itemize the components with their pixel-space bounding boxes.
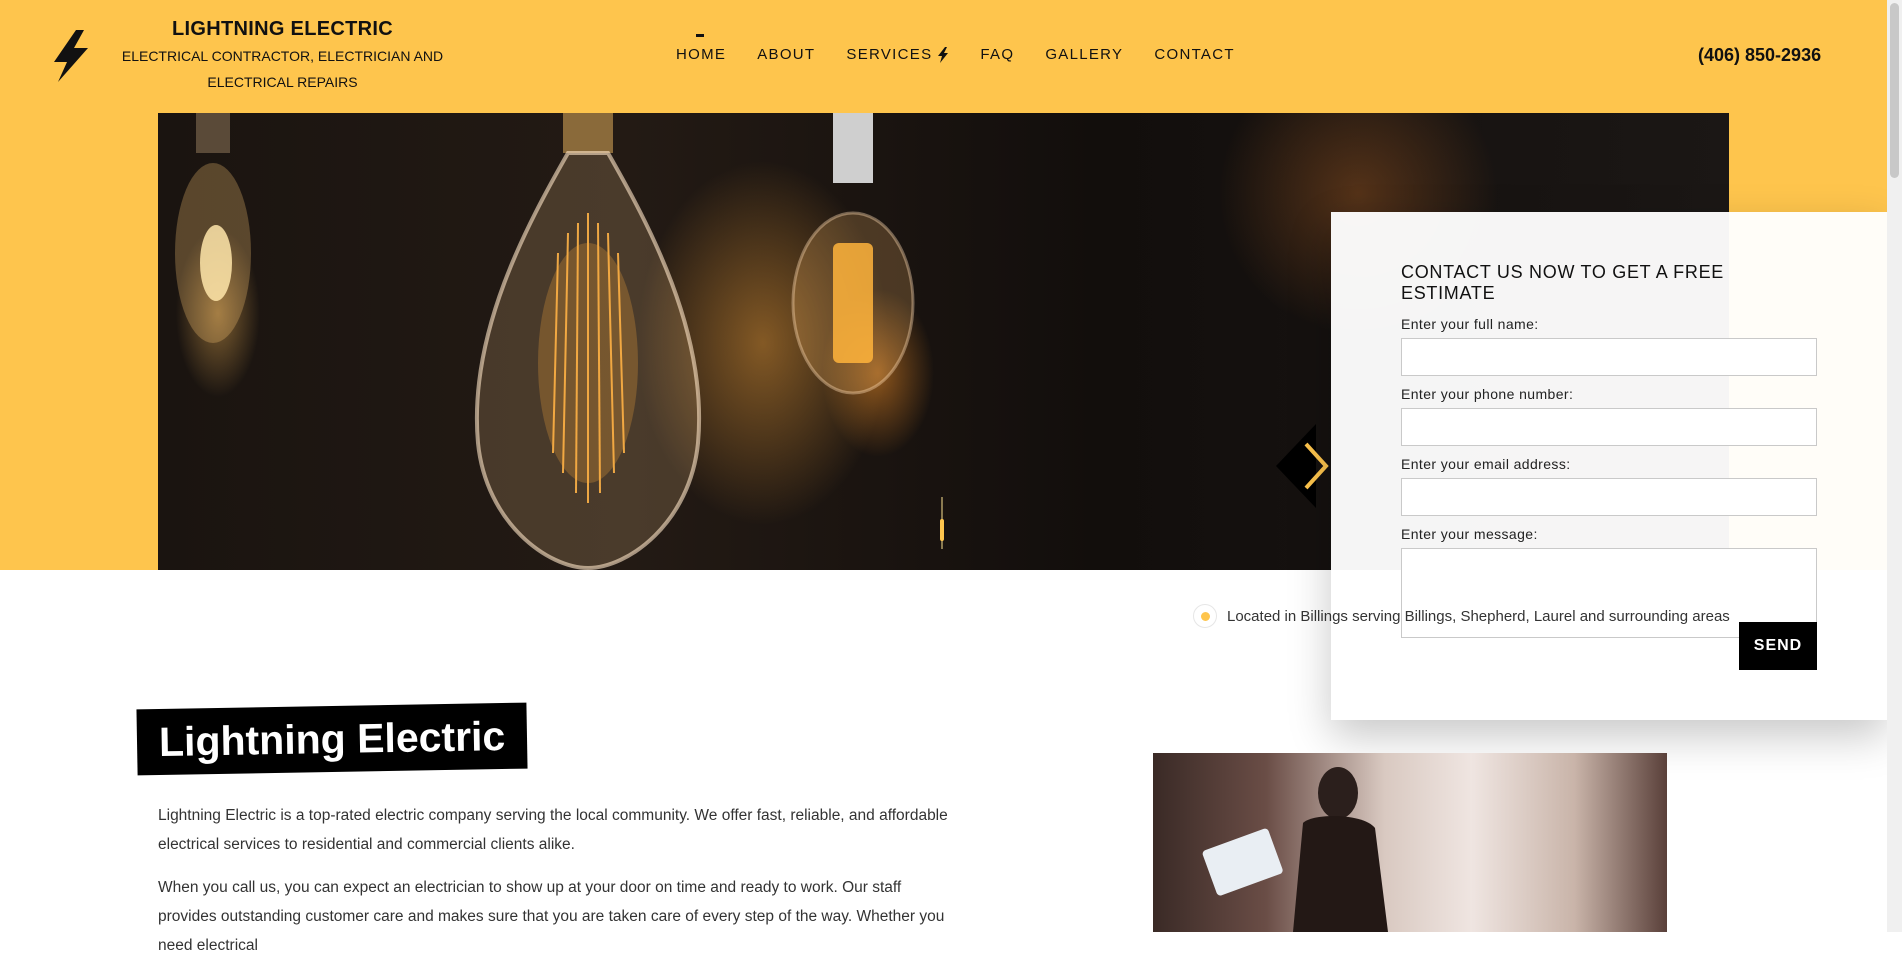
slider-pagination[interactable]	[940, 497, 944, 549]
brand-name: LIGHTNING ELECTRIC	[172, 18, 393, 40]
nav-item-gallery[interactable]: GALLERY	[1045, 46, 1123, 63]
brand-tagline: ELECTRICAL CONTRACTOR, ELECTRICIAN AND E…	[120, 43, 445, 95]
full-name-input[interactable]	[1401, 338, 1817, 376]
nav-item-label: ABOUT	[757, 46, 816, 63]
location-line: Located in Billings serving Billings, Sh…	[1193, 604, 1730, 628]
lightning-bolt-icon	[938, 46, 949, 63]
main-nav: HOME ABOUT SERVICES FAQ GALLERY CONTACT	[676, 34, 1235, 63]
nav-item-services[interactable]: SERVICES	[846, 46, 949, 63]
nav-item-home[interactable]: HOME	[676, 34, 727, 63]
slider-active-indicator[interactable]	[940, 519, 944, 541]
brand-tagline-line2: ELECTRICAL REPAIRS	[207, 74, 358, 90]
phone-input[interactable]	[1401, 408, 1817, 446]
bulb-image	[474, 113, 702, 570]
nav-item-label: GALLERY	[1045, 46, 1124, 63]
nav-item-label: SERVICES	[846, 46, 933, 63]
location-text: Located in Billings serving Billings, Sh…	[1227, 607, 1730, 625]
nav-item-about[interactable]: ABOUT	[757, 46, 815, 63]
email-label: Enter your email address:	[1401, 456, 1571, 472]
contact-form-card: CONTACT US NOW TO GET A FREE ESTIMATE En…	[1331, 212, 1887, 720]
lightning-bolt-icon[interactable]	[50, 28, 94, 84]
about-paragraph-2: When you call us, you can expect an elec…	[158, 879, 945, 954]
nav-item-label: FAQ	[980, 46, 1015, 63]
nav-item-label: CONTACT	[1154, 46, 1235, 63]
phone-link[interactable]: (406) 850-2936	[1698, 45, 1821, 66]
send-button[interactable]: SEND	[1739, 622, 1817, 670]
email-input[interactable]	[1401, 478, 1817, 516]
scrollbar-thumb[interactable]	[1890, 3, 1899, 178]
brand: LIGHTNING ELECTRIC ELECTRICAL CONTRACTOR…	[120, 18, 445, 95]
page-scrollbar[interactable]	[1887, 0, 1902, 932]
nav-item-contact[interactable]: CONTACT	[1154, 46, 1234, 63]
form-title: CONTACT US NOW TO GET A FREE ESTIMATE	[1401, 262, 1724, 303]
nav-item-label: HOME	[676, 46, 727, 63]
about-paragraph-1: Lightning Electric is a top-rated electr…	[158, 807, 948, 853]
phone-label: Enter your phone number:	[1401, 386, 1574, 402]
about-heading: Lightning Electric	[136, 702, 528, 776]
location-dot-icon	[1193, 604, 1217, 628]
bulb-image	[175, 113, 251, 343]
electrician-silhouette	[1202, 767, 1388, 932]
bulb-image	[791, 113, 915, 395]
chevron-right-icon[interactable]	[1276, 416, 1336, 516]
message-label: Enter your message:	[1401, 526, 1538, 542]
name-label: Enter your full name:	[1401, 316, 1539, 332]
electrician-photo	[1153, 753, 1667, 932]
nav-item-faq[interactable]: FAQ	[980, 46, 1014, 63]
brand-tagline-line1: ELECTRICAL CONTRACTOR, ELECTRICIAN AND	[121, 48, 444, 64]
contact-form: CONTACT US NOW TO GET A FREE ESTIMATE En…	[1401, 262, 1817, 648]
